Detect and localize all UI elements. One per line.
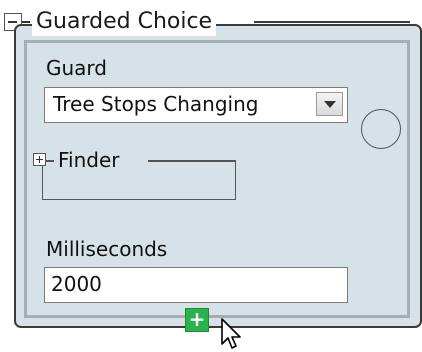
- milliseconds-label: Milliseconds: [46, 237, 168, 261]
- expand-plus-icon[interactable]: [33, 153, 46, 166]
- milliseconds-input[interactable]: 2000: [44, 267, 348, 303]
- mouse-cursor-icon: [221, 318, 241, 349]
- title-connector: [22, 21, 30, 23]
- finder-rule: [148, 160, 236, 162]
- finder-connector: [46, 160, 54, 162]
- title-rule: [254, 21, 410, 23]
- finder-label: Finder: [58, 148, 120, 172]
- panel-title: Guarded Choice: [32, 8, 217, 36]
- add-button[interactable]: +: [185, 308, 209, 332]
- dropdown-arrow-icon: [324, 101, 336, 108]
- connector-circle[interactable]: [361, 109, 401, 149]
- dropdown-button[interactable]: [316, 92, 343, 116]
- guard-select-value: Tree Stops Changing: [53, 92, 259, 116]
- guard-label: Guard: [46, 56, 107, 80]
- guard-select[interactable]: Tree Stops Changing: [44, 87, 348, 123]
